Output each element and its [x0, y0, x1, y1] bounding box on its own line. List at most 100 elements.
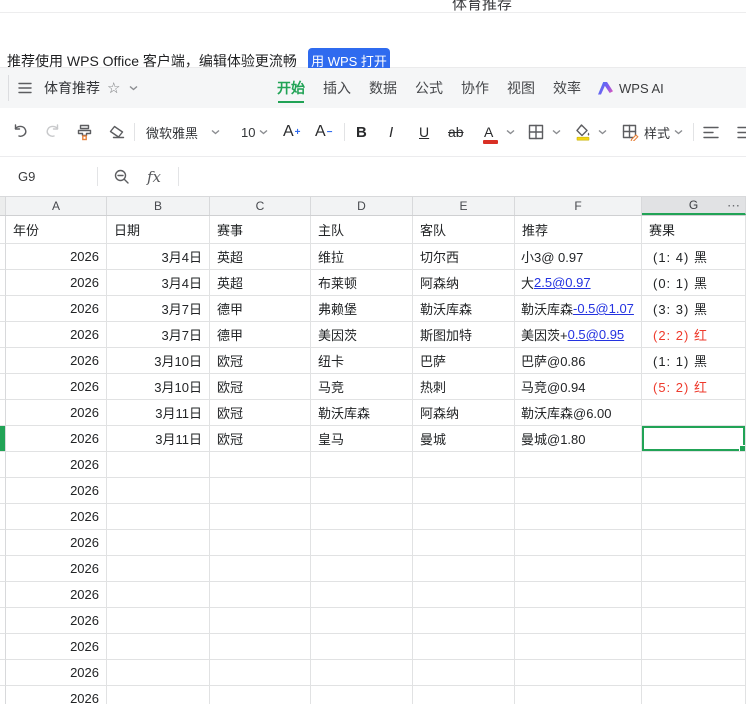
cell-A14[interactable]: 2026	[6, 556, 107, 582]
decrease-font-button[interactable]: A −	[315, 108, 333, 156]
column-header-C[interactable]: C	[210, 197, 311, 215]
font-name-select[interactable]: 微软雅黑	[146, 108, 198, 156]
name-box[interactable]: G9	[18, 157, 35, 196]
cell-B9[interactable]: 3月11日	[107, 426, 210, 452]
fill-handle[interactable]	[739, 445, 745, 451]
cell-A7[interactable]: 2026	[6, 374, 107, 400]
cell-G13[interactable]	[642, 530, 746, 556]
cell-E8[interactable]: 阿森纳	[413, 400, 515, 426]
cell-D6[interactable]: 纽卡	[311, 348, 413, 374]
cell-E18[interactable]	[413, 660, 515, 686]
italic-button[interactable]: I	[389, 108, 393, 156]
fill-color-chevron-icon[interactable]	[598, 108, 607, 156]
cell-B4[interactable]: 3月7日	[107, 296, 210, 322]
format-painter-button[interactable]	[76, 108, 93, 156]
cell-F11[interactable]	[515, 478, 642, 504]
menu-tab-5[interactable]: 协作	[461, 68, 489, 108]
font-color-chevron-icon[interactable]	[506, 108, 515, 156]
cell-F12[interactable]	[515, 504, 642, 530]
cell-E10[interactable]	[413, 452, 515, 478]
hamburger-menu-icon[interactable]	[18, 68, 32, 108]
cell-B5[interactable]: 3月7日	[107, 322, 210, 348]
doc-title-chevron-icon[interactable]	[129, 68, 138, 108]
cell-E17[interactable]	[413, 634, 515, 660]
cell-E3[interactable]: 阿森纳	[413, 270, 515, 296]
cell-G4[interactable]: (3: 3) 黑	[642, 296, 746, 322]
cell-G17[interactable]	[642, 634, 746, 660]
cell-E5[interactable]: 斯图加特	[413, 322, 515, 348]
cell-style-icon[interactable]	[622, 108, 639, 156]
cell-C12[interactable]	[210, 504, 311, 530]
cell-C3[interactable]: 英超	[210, 270, 311, 296]
menu-tab-4[interactable]: 公式	[415, 68, 443, 108]
cell-B6[interactable]: 3月10日	[107, 348, 210, 374]
fill-color-button[interactable]	[574, 108, 592, 156]
cell-C10[interactable]	[210, 452, 311, 478]
cell-A1[interactable]: 年份	[6, 216, 107, 244]
cell-F5[interactable]: 美因茨+ 0.5@0.95	[515, 322, 642, 348]
cell-E16[interactable]	[413, 608, 515, 634]
cell-A13[interactable]: 2026	[6, 530, 107, 556]
cell-A11[interactable]: 2026	[6, 478, 107, 504]
borders-chevron-icon[interactable]	[552, 108, 561, 156]
cell-B15[interactable]	[107, 582, 210, 608]
redo-button[interactable]	[44, 108, 61, 156]
cell-F9[interactable]: 曼城@1.80	[515, 426, 642, 452]
cell-B7[interactable]: 3月10日	[107, 374, 210, 400]
cell-C19[interactable]	[210, 686, 311, 704]
column-header-D[interactable]: D	[311, 197, 413, 215]
cell-D14[interactable]	[311, 556, 413, 582]
cell-D11[interactable]	[311, 478, 413, 504]
cell-E12[interactable]	[413, 504, 515, 530]
cell-F8[interactable]: 勒沃库森@6.00	[515, 400, 642, 426]
cell-A9[interactable]: 2026	[6, 426, 107, 452]
undo-button[interactable]	[12, 108, 29, 156]
cell-F3[interactable]: 大 2.5@0.97	[515, 270, 642, 296]
cell-A16[interactable]: 2026	[6, 608, 107, 634]
tip-link[interactable]: 0.5@0.95	[568, 327, 625, 342]
cell-E15[interactable]	[413, 582, 515, 608]
cell-G5[interactable]: (2: 2) 红	[642, 322, 746, 348]
cell-B18[interactable]	[107, 660, 210, 686]
increase-font-button[interactable]: A +	[283, 108, 301, 156]
cell-A2[interactable]: 2026	[6, 244, 107, 270]
cell-A19[interactable]: 2026	[6, 686, 107, 704]
cell-C17[interactable]	[210, 634, 311, 660]
cell-C8[interactable]: 欧冠	[210, 400, 311, 426]
menu-tab-6[interactable]: 视图	[507, 68, 535, 108]
cell-B14[interactable]	[107, 556, 210, 582]
bold-button[interactable]: B	[356, 108, 367, 156]
cell-style-chevron-icon[interactable]	[674, 108, 683, 156]
insert-function-button[interactable]: fx	[147, 157, 161, 196]
cell-F4[interactable]: 勒沃库森 -0.5@1.07	[515, 296, 642, 322]
cell-G2[interactable]: (1: 4) 黑	[642, 244, 746, 270]
cell-B16[interactable]	[107, 608, 210, 634]
column-header-B[interactable]: B	[107, 197, 210, 215]
cell-style-label[interactable]: 样式	[644, 108, 670, 156]
cell-D5[interactable]: 美因茨	[311, 322, 413, 348]
cell-B17[interactable]	[107, 634, 210, 660]
cell-D4[interactable]: 弗赖堡	[311, 296, 413, 322]
cell-B10[interactable]	[107, 452, 210, 478]
cell-D12[interactable]	[311, 504, 413, 530]
cell-D13[interactable]	[311, 530, 413, 556]
cell-D18[interactable]	[311, 660, 413, 686]
menu-tab-2[interactable]: 插入	[323, 68, 351, 108]
cell-G9[interactable]	[642, 426, 746, 452]
column-header-E[interactable]: E	[413, 197, 515, 215]
cell-A10[interactable]: 2026	[6, 452, 107, 478]
wps-ai-button[interactable]: WPS AI	[598, 68, 664, 108]
align-center-button[interactable]	[737, 108, 746, 156]
cell-F16[interactable]	[515, 608, 642, 634]
cell-F1[interactable]: 推荐	[515, 216, 642, 244]
cell-D3[interactable]: 布莱顿	[311, 270, 413, 296]
cell-C18[interactable]	[210, 660, 311, 686]
cell-C15[interactable]	[210, 582, 311, 608]
cell-E2[interactable]: 切尔西	[413, 244, 515, 270]
more-columns-button[interactable]: ⋯	[727, 198, 741, 214]
menu-tab-1[interactable]: 开始	[277, 68, 305, 108]
cell-G1[interactable]: 赛果	[642, 216, 746, 244]
cell-G3[interactable]: (0: 1) 黑	[642, 270, 746, 296]
cell-C9[interactable]: 欧冠	[210, 426, 311, 452]
cell-C16[interactable]	[210, 608, 311, 634]
